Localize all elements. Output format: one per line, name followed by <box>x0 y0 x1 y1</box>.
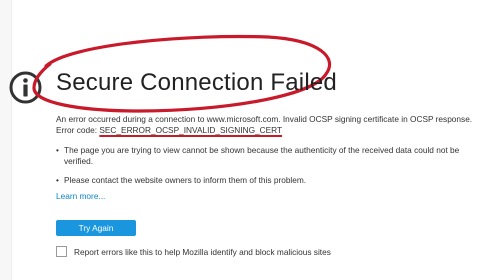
info-icon <box>9 71 42 104</box>
error-details-list: The page you are trying to view cannot b… <box>56 145 466 194</box>
learn-more-link[interactable]: Learn more... <box>56 191 105 201</box>
error-code: SEC_ERROR_OCSP_INVALID_SIGNING_CERT <box>99 125 283 135</box>
report-errors-label[interactable]: Report errors like this to help Mozilla … <box>74 247 331 257</box>
page-title: Secure Connection Failed <box>56 69 337 96</box>
report-errors-checkbox[interactable] <box>56 246 67 257</box>
report-errors-row[interactable]: Report errors like this to help Mozilla … <box>56 245 331 258</box>
error-description: An error occurred during a connection to… <box>56 114 476 136</box>
browser-left-edge <box>0 0 12 280</box>
list-item: The page you are trying to view cannot b… <box>56 145 466 167</box>
list-item: Please contact the website owners to inf… <box>56 175 466 186</box>
try-again-button[interactable]: Try Again <box>56 220 136 236</box>
red-annotation-ellipse <box>32 34 332 113</box>
